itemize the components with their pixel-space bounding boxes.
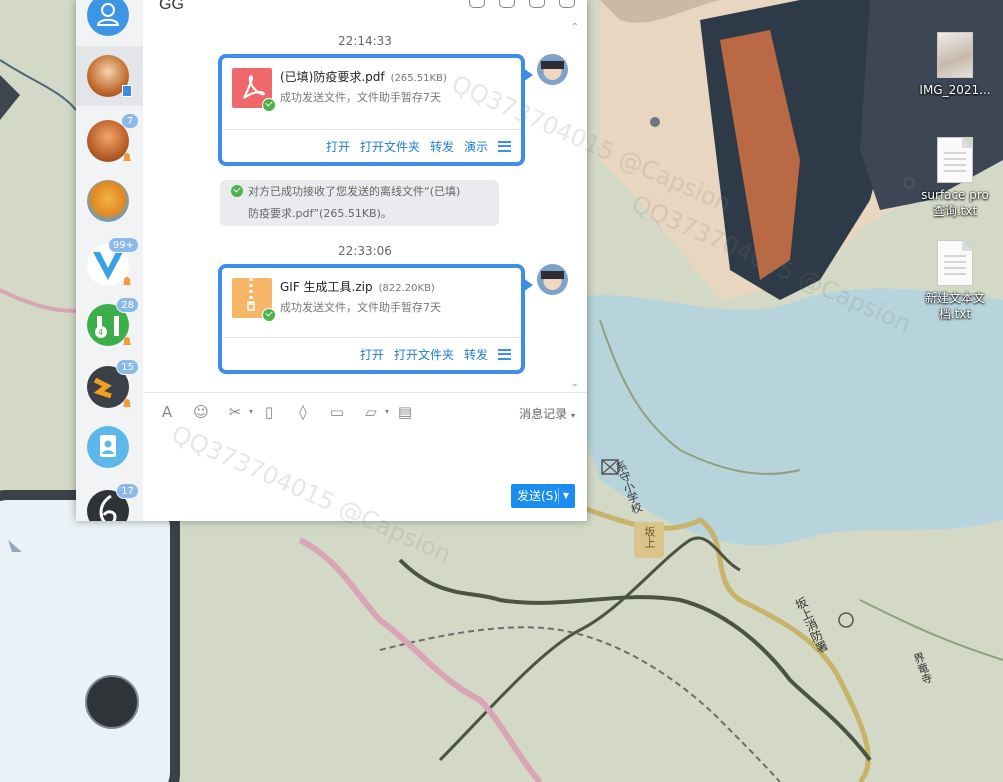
text-file-icon [937, 240, 973, 286]
more-menu-icon[interactable] [498, 348, 511, 360]
bell-icon [123, 277, 131, 285]
chat-panel: GG ⌃ 22:14:33 (已填)防疫要求.pdf (265.51KB) 成功… [143, 0, 587, 521]
chat-window: 7 99+ 4 28 15 17 GG ⌃ 22:14:33 (已填)防疫要求.… [76, 0, 587, 521]
more-menu-icon[interactable] [498, 140, 511, 152]
forward-link[interactable]: 转发 [430, 138, 454, 155]
file-message-zip: GIF 生成工具.zip (822.20KB) 成功发送文件，文件助手暂存7天 打… [218, 264, 533, 374]
sidebar-conversation-2[interactable]: 7 [87, 113, 139, 162]
sidebar-conversation-6[interactable]: 15 [87, 359, 139, 408]
send-options-icon[interactable]: ▼ [563, 484, 569, 508]
sidebar-conversation-7[interactable] [87, 426, 129, 468]
open-folder-link[interactable]: 打开文件夹 [394, 346, 454, 363]
bubble-tail [523, 278, 533, 292]
scroll-down-icon[interactable]: ⌄ [571, 378, 579, 389]
file-status: 成功发送文件，文件助手暂存7天 [280, 91, 441, 104]
bubble-tail [523, 68, 533, 82]
shield-icon[interactable] [559, 0, 575, 8]
chat-title: GG [159, 0, 184, 13]
pdf-file-icon[interactable] [232, 68, 276, 112]
file-name[interactable]: GIF 生成工具.zip [280, 280, 373, 294]
message-history-button[interactable]: 消息记录 ▾ [519, 405, 575, 422]
unread-badge: 7 [121, 113, 139, 129]
contacts-button[interactable] [87, 0, 129, 36]
file-status: 成功发送文件，文件助手暂存7天 [280, 301, 441, 314]
microphone-icon[interactable]: ◊ [293, 403, 313, 421]
success-check-icon [262, 98, 276, 112]
message-timestamp: 22:33:06 [338, 244, 392, 258]
file-actions: 打开 打开文件夹 转发 演示 [222, 129, 521, 162]
image-file-icon [937, 32, 973, 78]
file-size: (265.51KB) [390, 73, 447, 84]
send-button-separator [558, 488, 559, 504]
system-message-line: 对方已成功接收了您发送的离线文件“(已填) [248, 185, 461, 198]
desktop-icon-label: 新建文本文档.txt [924, 291, 985, 321]
add-member-icon[interactable] [529, 0, 545, 8]
open-file-link[interactable]: 打开 [326, 138, 350, 155]
system-message-line: 防疫要求.pdf”(265.51KB)。 [248, 207, 392, 220]
desktop-icon-label: IMG_2021... [919, 83, 991, 97]
system-message: 对方已成功接收了您发送的离线文件“(已填) 防疫要求.pdf”(265.51KB… [220, 180, 499, 226]
emoji-icon[interactable]: ☺ [191, 403, 211, 421]
bell-icon [123, 153, 131, 161]
svg-text:4: 4 [98, 328, 103, 337]
message-timestamp: 22:14:33 [338, 34, 392, 48]
present-link[interactable]: 演示 [464, 138, 488, 155]
message-input[interactable] [151, 430, 579, 478]
message-list[interactable]: ⌃ 22:14:33 (已填)防疫要求.pdf (265.51KB) 成功发送文件… [143, 22, 587, 392]
file-message-pdf: (已填)防疫要求.pdf (265.51KB) 成功发送文件，文件助手暂存7天 打… [218, 54, 533, 166]
zip-file-icon[interactable] [232, 278, 276, 322]
unread-badge: 15 [116, 359, 139, 375]
sidebar-conversation-5[interactable]: 4 28 [87, 297, 139, 346]
my-avatar[interactable] [537, 54, 568, 85]
bell-icon [123, 337, 131, 345]
avatar [87, 426, 129, 468]
my-avatar[interactable] [537, 264, 568, 295]
title-toolbar [469, 0, 575, 8]
sidebar-conversation-3[interactable] [87, 180, 129, 222]
shake-icon[interactable]: ▯ [259, 403, 279, 421]
composer-divider [143, 392, 587, 393]
sidebar-conversation-4[interactable]: 99+ [87, 237, 139, 286]
file-size: (822.20KB) [378, 283, 435, 294]
avatar [87, 180, 129, 222]
desktop-icon-label: surface pro 查询.txt [921, 188, 989, 218]
success-check-icon [262, 308, 276, 322]
conversation-sidebar: 7 99+ 4 28 15 17 [76, 0, 143, 521]
open-folder-link[interactable]: 打开文件夹 [360, 138, 420, 155]
red-packet-icon[interactable]: ▤ [395, 403, 415, 421]
unread-badge: 17 [116, 483, 139, 499]
video-call-icon[interactable] [499, 0, 515, 8]
unread-badge: 99+ [107, 237, 139, 253]
send-button-label: 发送(S) [517, 489, 558, 503]
file-name[interactable]: (已填)防疫要求.pdf [280, 70, 385, 84]
desktop-icon-new-text[interactable]: 新建文本文档.txt [917, 240, 993, 322]
open-file-link[interactable]: 打开 [360, 346, 384, 363]
voice-call-icon[interactable] [469, 0, 485, 8]
sidebar-conversation-8[interactable]: 17 [87, 483, 139, 521]
mobile-status-icon [122, 85, 132, 97]
success-check-icon [231, 185, 243, 197]
composer-toolbar: A ☺ ✂ ▯ ◊ ▭ ▱ ▤ [157, 403, 415, 421]
text-file-icon [937, 137, 973, 183]
screenshot-scissors-icon[interactable]: ✂ [225, 403, 253, 421]
desktop-icon-img[interactable]: IMG_2021... [917, 32, 993, 98]
image-icon[interactable]: ▭ [327, 403, 347, 421]
sidebar-conversation-cat[interactable] [87, 55, 132, 97]
bell-icon [123, 399, 131, 407]
send-button[interactable]: 发送(S) ▼ [511, 484, 575, 508]
scroll-up-icon[interactable]: ⌃ [571, 22, 579, 33]
file-actions: 打开 打开文件夹 转发 [222, 337, 521, 370]
desktop-icon-surface-pro[interactable]: surface pro 查询.txt [917, 137, 993, 219]
unread-badge: 28 [116, 297, 139, 313]
map-label-station: 坂上 [643, 526, 656, 548]
forward-link[interactable]: 转发 [464, 346, 488, 363]
message-history-label: 消息记录 [519, 407, 568, 421]
contacts-icon [87, 0, 129, 36]
folder-icon[interactable]: ▱ [361, 403, 389, 421]
font-icon[interactable]: A [157, 403, 177, 421]
